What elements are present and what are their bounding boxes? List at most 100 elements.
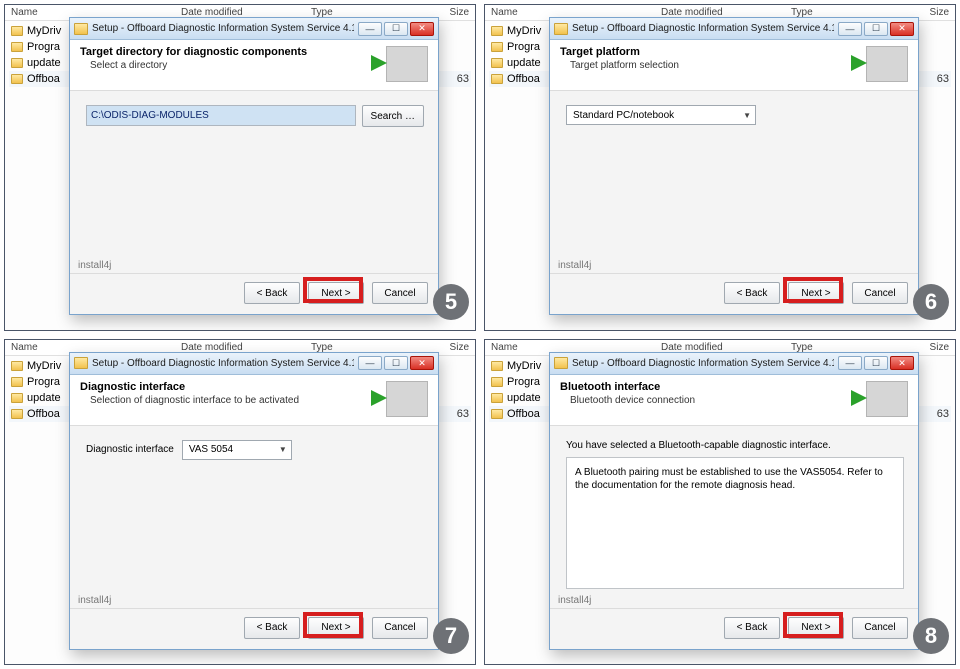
folder-icon bbox=[491, 361, 503, 371]
folder-icon bbox=[491, 74, 503, 84]
next-button[interactable]: Next > bbox=[308, 282, 364, 304]
close-button[interactable]: ✕ bbox=[890, 22, 914, 36]
next-button[interactable]: Next > bbox=[308, 617, 364, 639]
folder-icon bbox=[491, 58, 503, 68]
close-button[interactable]: ✕ bbox=[410, 356, 434, 370]
folder-name: Progra bbox=[507, 376, 540, 388]
app-icon bbox=[74, 23, 88, 35]
folder-name: MyDriv bbox=[27, 25, 61, 37]
wizard-icon bbox=[386, 46, 428, 82]
cancel-button[interactable]: Cancel bbox=[852, 282, 908, 304]
cancel-button[interactable]: Cancel bbox=[372, 617, 428, 639]
search-button[interactable]: Search … bbox=[362, 105, 424, 127]
folder-name: Offboa bbox=[507, 73, 540, 85]
screenshot-panel: Name Date modified Type Size MyDriv Prog… bbox=[484, 4, 956, 331]
maximize-button[interactable]: ☐ bbox=[864, 356, 888, 370]
folder-size: 63 bbox=[457, 73, 469, 85]
dialog-footer: < Back Next > Cancel bbox=[550, 273, 918, 314]
back-button[interactable]: < Back bbox=[724, 282, 780, 304]
titlebar[interactable]: Setup - Offboard Diagnostic Information … bbox=[70, 353, 438, 375]
target-dir-input[interactable] bbox=[86, 105, 356, 126]
heading-title: Diagnostic interface bbox=[80, 381, 378, 393]
folder-icon bbox=[11, 361, 23, 371]
folder-icon bbox=[491, 409, 503, 419]
back-button[interactable]: < Back bbox=[724, 617, 780, 639]
maximize-button[interactable]: ☐ bbox=[864, 22, 888, 36]
heading-title: Bluetooth interface bbox=[560, 381, 858, 393]
folder-icon bbox=[11, 393, 23, 403]
minimize-button[interactable]: — bbox=[358, 356, 382, 370]
setup-dialog: Setup - Offboard Diagnostic Information … bbox=[69, 17, 439, 315]
titlebar[interactable]: Setup - Offboard Diagnostic Information … bbox=[550, 18, 918, 40]
folder-name: Offboa bbox=[27, 73, 60, 85]
dialog-body: Standard PC/notebook ▼ bbox=[550, 91, 918, 260]
setup-dialog: Setup - Offboard Diagnostic Information … bbox=[69, 352, 439, 650]
minimize-button[interactable]: — bbox=[838, 356, 862, 370]
step-number: 5 bbox=[433, 284, 469, 320]
titlebar[interactable]: Setup - Offboard Diagnostic Information … bbox=[70, 18, 438, 40]
screenshot-panel: Name Date modified Type Size MyDriv Prog… bbox=[484, 339, 956, 666]
folder-size: 63 bbox=[937, 408, 949, 420]
folder-size: 63 bbox=[937, 73, 949, 85]
install4j-label: install4j bbox=[70, 595, 438, 608]
setup-dialog: Setup - Offboard Diagnostic Information … bbox=[549, 17, 919, 315]
diag-interface-label: Diagnostic interface bbox=[86, 444, 174, 455]
heading-sub: Bluetooth device connection bbox=[560, 395, 858, 406]
dialog-heading: Diagnostic interface Selection of diagno… bbox=[70, 375, 438, 426]
folder-icon bbox=[11, 74, 23, 84]
dialog-footer: < Back Next > Cancel bbox=[70, 273, 438, 314]
install4j-label: install4j bbox=[550, 260, 918, 273]
dialog-footer: < Back Next > Cancel bbox=[70, 608, 438, 649]
folder-icon bbox=[491, 26, 503, 36]
folder-icon bbox=[11, 42, 23, 52]
diag-interface-value: VAS 5054 bbox=[189, 444, 233, 455]
screenshot-panel: Name Date modified Type Size MyDriv Prog… bbox=[4, 4, 476, 331]
minimize-button[interactable]: — bbox=[358, 22, 382, 36]
maximize-button[interactable]: ☐ bbox=[384, 356, 408, 370]
folder-name: update bbox=[507, 57, 541, 69]
folder-icon bbox=[11, 26, 23, 36]
setup-dialog: Setup - Offboard Diagnostic Information … bbox=[549, 352, 919, 650]
back-button[interactable]: < Back bbox=[244, 282, 300, 304]
bt-intro: You have selected a Bluetooth-capable di… bbox=[566, 440, 904, 451]
close-button[interactable]: ✕ bbox=[890, 356, 914, 370]
folder-name: MyDriv bbox=[507, 360, 541, 372]
heading-title: Target platform bbox=[560, 46, 858, 58]
folder-name: MyDriv bbox=[27, 360, 61, 372]
platform-select[interactable]: Standard PC/notebook ▼ bbox=[566, 105, 756, 125]
back-button[interactable]: < Back bbox=[244, 617, 300, 639]
dialog-body: Diagnostic interface VAS 5054 ▼ bbox=[70, 426, 438, 595]
install4j-label: install4j bbox=[70, 260, 438, 273]
folder-icon bbox=[491, 393, 503, 403]
folder-icon bbox=[11, 409, 23, 419]
bt-instructions: A Bluetooth pairing must be established … bbox=[566, 457, 904, 589]
folder-size: 63 bbox=[457, 408, 469, 420]
close-button[interactable]: ✕ bbox=[410, 22, 434, 36]
next-button[interactable]: Next > bbox=[788, 282, 844, 304]
window-title: Setup - Offboard Diagnostic Information … bbox=[572, 23, 834, 34]
folder-name: Offboa bbox=[507, 408, 540, 420]
titlebar[interactable]: Setup - Offboard Diagnostic Information … bbox=[550, 353, 918, 375]
dialog-body: You have selected a Bluetooth-capable di… bbox=[550, 426, 918, 595]
folder-icon bbox=[11, 58, 23, 68]
app-icon bbox=[554, 357, 568, 369]
diag-interface-select[interactable]: VAS 5054 ▼ bbox=[182, 440, 292, 460]
cancel-button[interactable]: Cancel bbox=[372, 282, 428, 304]
window-title: Setup - Offboard Diagnostic Information … bbox=[572, 358, 834, 369]
dialog-body: Search … bbox=[70, 91, 438, 260]
maximize-button[interactable]: ☐ bbox=[384, 22, 408, 36]
folder-name: Progra bbox=[507, 41, 540, 53]
dialog-footer: < Back Next > Cancel bbox=[550, 608, 918, 649]
folder-name: update bbox=[27, 392, 61, 404]
app-icon bbox=[74, 357, 88, 369]
install4j-label: install4j bbox=[550, 595, 918, 608]
heading-title: Target directory for diagnostic componen… bbox=[80, 46, 378, 58]
folder-name: Progra bbox=[27, 376, 60, 388]
cancel-button[interactable]: Cancel bbox=[852, 617, 908, 639]
minimize-button[interactable]: — bbox=[838, 22, 862, 36]
screenshot-panel: Name Date modified Type Size MyDriv Prog… bbox=[4, 339, 476, 666]
step-number: 6 bbox=[913, 284, 949, 320]
heading-sub: Select a directory bbox=[80, 60, 378, 71]
next-button[interactable]: Next > bbox=[788, 617, 844, 639]
window-title: Setup - Offboard Diagnostic Information … bbox=[92, 23, 354, 34]
